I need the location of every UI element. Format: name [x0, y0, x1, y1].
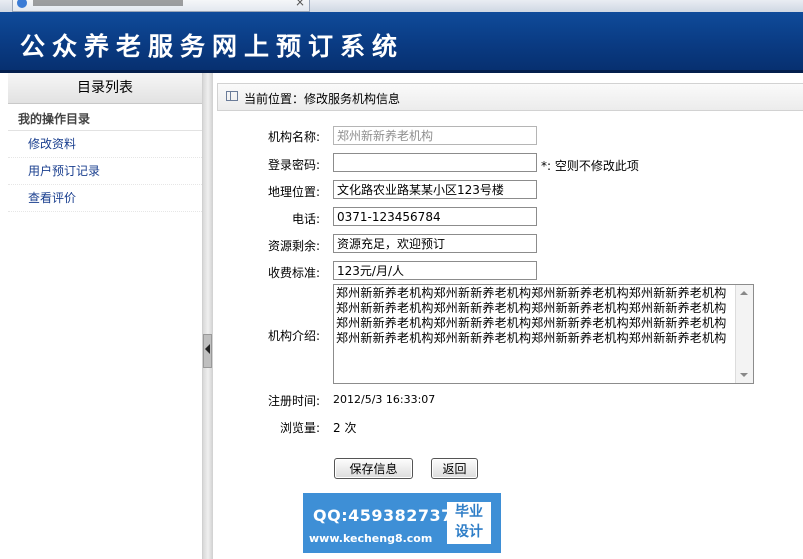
site-banner: 公众养老服务网上预订系统	[0, 12, 803, 73]
browser-favicon-icon	[17, 0, 27, 8]
scroll-down-icon[interactable]	[740, 373, 748, 377]
save-button[interactable]: 保存信息	[334, 458, 413, 479]
registered-time: 2012/5/3 16:33:07	[333, 393, 436, 406]
close-tab-icon[interactable]: ×	[295, 0, 305, 8]
watermark: QQ:459382737 www.kecheng8.com 毕业 设计	[303, 493, 501, 553]
address-label: 地理位置:	[267, 185, 320, 199]
sidebar: 目录列表 我的操作目录 修改资料 用户预订记录 查看评价	[8, 73, 203, 559]
browser-tab-title	[33, 0, 183, 6]
sidebar-item-view-reviews[interactable]: 查看评价	[8, 185, 202, 212]
watermark-tag: 毕业 设计	[447, 502, 491, 544]
name-label: 机构名称:	[267, 130, 320, 144]
password-label: 登录密码:	[267, 158, 320, 172]
intro-label: 机构介绍:	[267, 329, 320, 343]
sidebar-group-title: 我的操作目录	[8, 108, 202, 131]
resource-label: 资源剩余:	[267, 239, 320, 253]
intro-text: 郑州新新养老机构郑州新新养老机构郑州新新养老机构郑州新新养老机构郑州新新养老机构…	[336, 286, 727, 345]
intro-textarea[interactable]: 郑州新新养老机构郑州新新养老机构郑州新新养老机构郑州新新养老机构郑州新新养老机构…	[333, 284, 754, 384]
resource-field[interactable]	[333, 234, 537, 253]
page-icon	[226, 91, 238, 101]
sidebar-heading: 目录列表	[8, 73, 202, 104]
view-count: 2 次	[333, 421, 357, 435]
registered-label: 注册时间:	[267, 394, 320, 408]
fee-label: 收费标准:	[267, 266, 320, 280]
breadcrumb: 当前位置：修改服务机构信息	[217, 83, 803, 111]
watermark-tag-line2: 设计	[455, 524, 483, 540]
back-button[interactable]: 返回	[431, 458, 478, 479]
phone-label: 电话:	[291, 212, 320, 226]
sidebar-item-booking-records[interactable]: 用户预订记录	[8, 158, 202, 185]
phone-field[interactable]	[333, 207, 537, 226]
textarea-scrollbar[interactable]	[735, 285, 753, 383]
scroll-up-icon[interactable]	[740, 291, 748, 295]
watermark-tag-line1: 毕业	[455, 504, 483, 520]
site-title: 公众养老服务网上预订系统	[20, 32, 405, 61]
sidebar-item-edit-profile[interactable]: 修改资料	[8, 131, 202, 158]
institution-name-field[interactable]	[333, 126, 537, 145]
browser-tab[interactable]: ×	[12, 0, 310, 12]
password-hint: *: 空则不修改此项	[541, 159, 639, 173]
password-field[interactable]	[333, 153, 537, 172]
fee-field[interactable]	[333, 261, 537, 280]
breadcrumb-text: 当前位置：修改服务机构信息	[244, 92, 401, 106]
sidebar-splitter[interactable]	[203, 73, 213, 559]
watermark-qq: QQ:459382737	[313, 506, 453, 525]
address-field[interactable]	[333, 180, 537, 199]
watermark-site: www.kecheng8.com	[309, 532, 433, 545]
views-label: 浏览量:	[279, 421, 320, 435]
collapse-sidebar-icon[interactable]	[203, 334, 212, 368]
